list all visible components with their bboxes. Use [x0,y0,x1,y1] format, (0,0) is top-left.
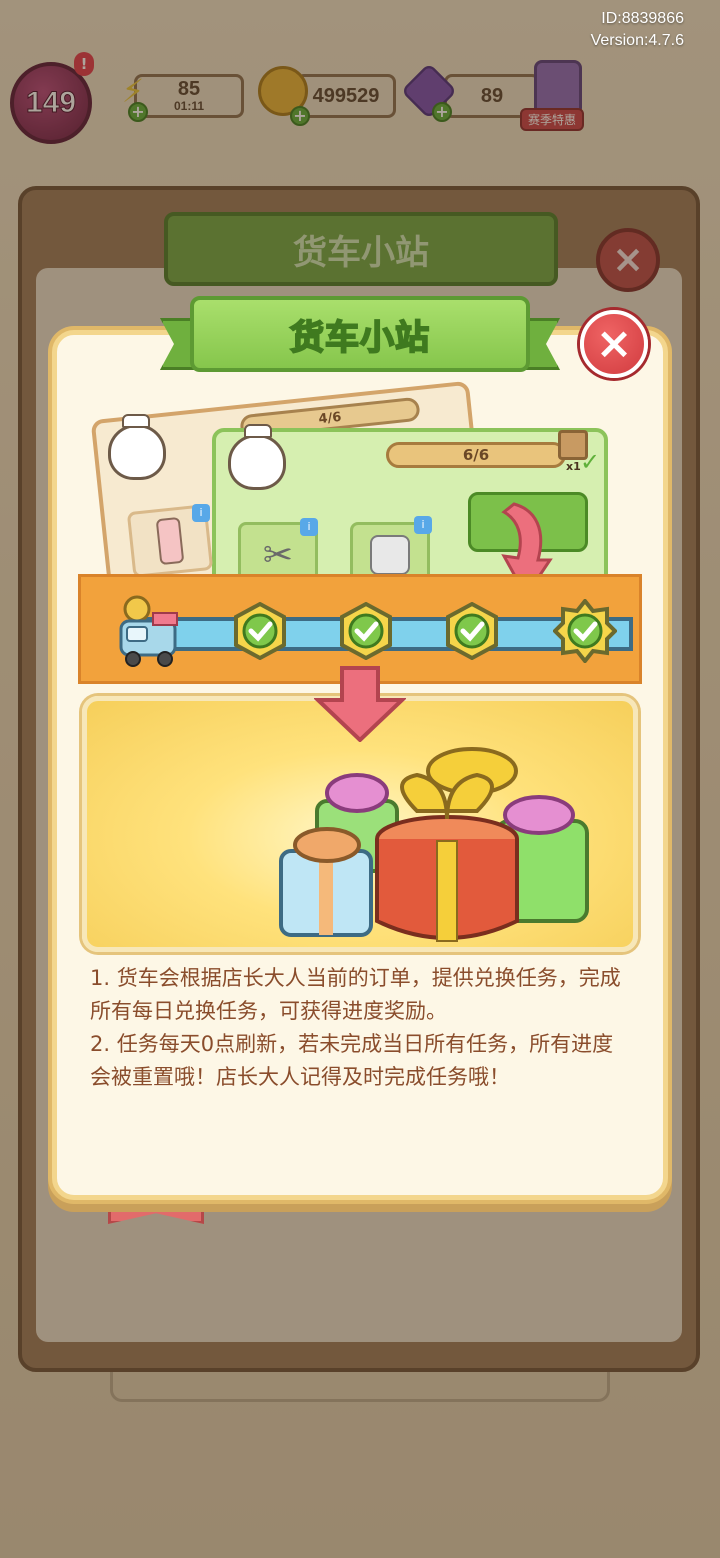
modal-title: 货车小站 [289,317,430,359]
rules-description: 1. 货车会根据店长大人当前的订单，提供兑换任务，完成所有每日兑换任务，可获得进… [90,962,630,1094]
chef-avatar-icon [108,424,166,480]
pliers-icon: ✂ [262,534,294,576]
app-version: Version:4.7.6 [590,32,684,49]
stage-check-icon [443,601,501,661]
bottle-icon [155,516,185,566]
close-icon: × [595,318,633,369]
delivery-truck-icon [113,593,185,675]
version-info: ID:8839866 Version:4.7.6 [591,8,684,52]
chef-hat-icon [122,414,150,428]
front-card-progress: 6/6 [386,442,566,468]
glove-icon [370,535,410,575]
final-stage-check-icon [552,597,618,665]
chef-avatar-front-icon [228,434,286,490]
reward-check-icon: ✓ [580,448,601,476]
player-id: ID:8839866 [601,10,684,27]
stage-check-icon [337,601,395,661]
down-arrow-icon [314,666,406,742]
stage-check-icon [231,601,289,661]
modal-title-plate: 货车小站 [190,296,530,372]
info-icon: i [414,516,432,534]
rule-item: 2. 任务每天0点刷新，若未完成当日所有任务，所有进度会被重置哦！店长大人记得及… [90,1032,614,1089]
modal-title-banner: 货车小站 [160,296,560,380]
gift-boxes-icon [279,747,589,942]
rule-item: 1. 货车会根据店长大人当前的订单，提供兑换任务，完成所有每日兑换任务，可获得进… [90,966,621,1023]
info-icon: i [192,504,210,522]
close-button[interactable]: × [580,310,648,378]
reward-count: x1 [566,460,581,473]
info-icon: i [300,518,318,536]
chef-hat-front-icon [244,424,272,438]
